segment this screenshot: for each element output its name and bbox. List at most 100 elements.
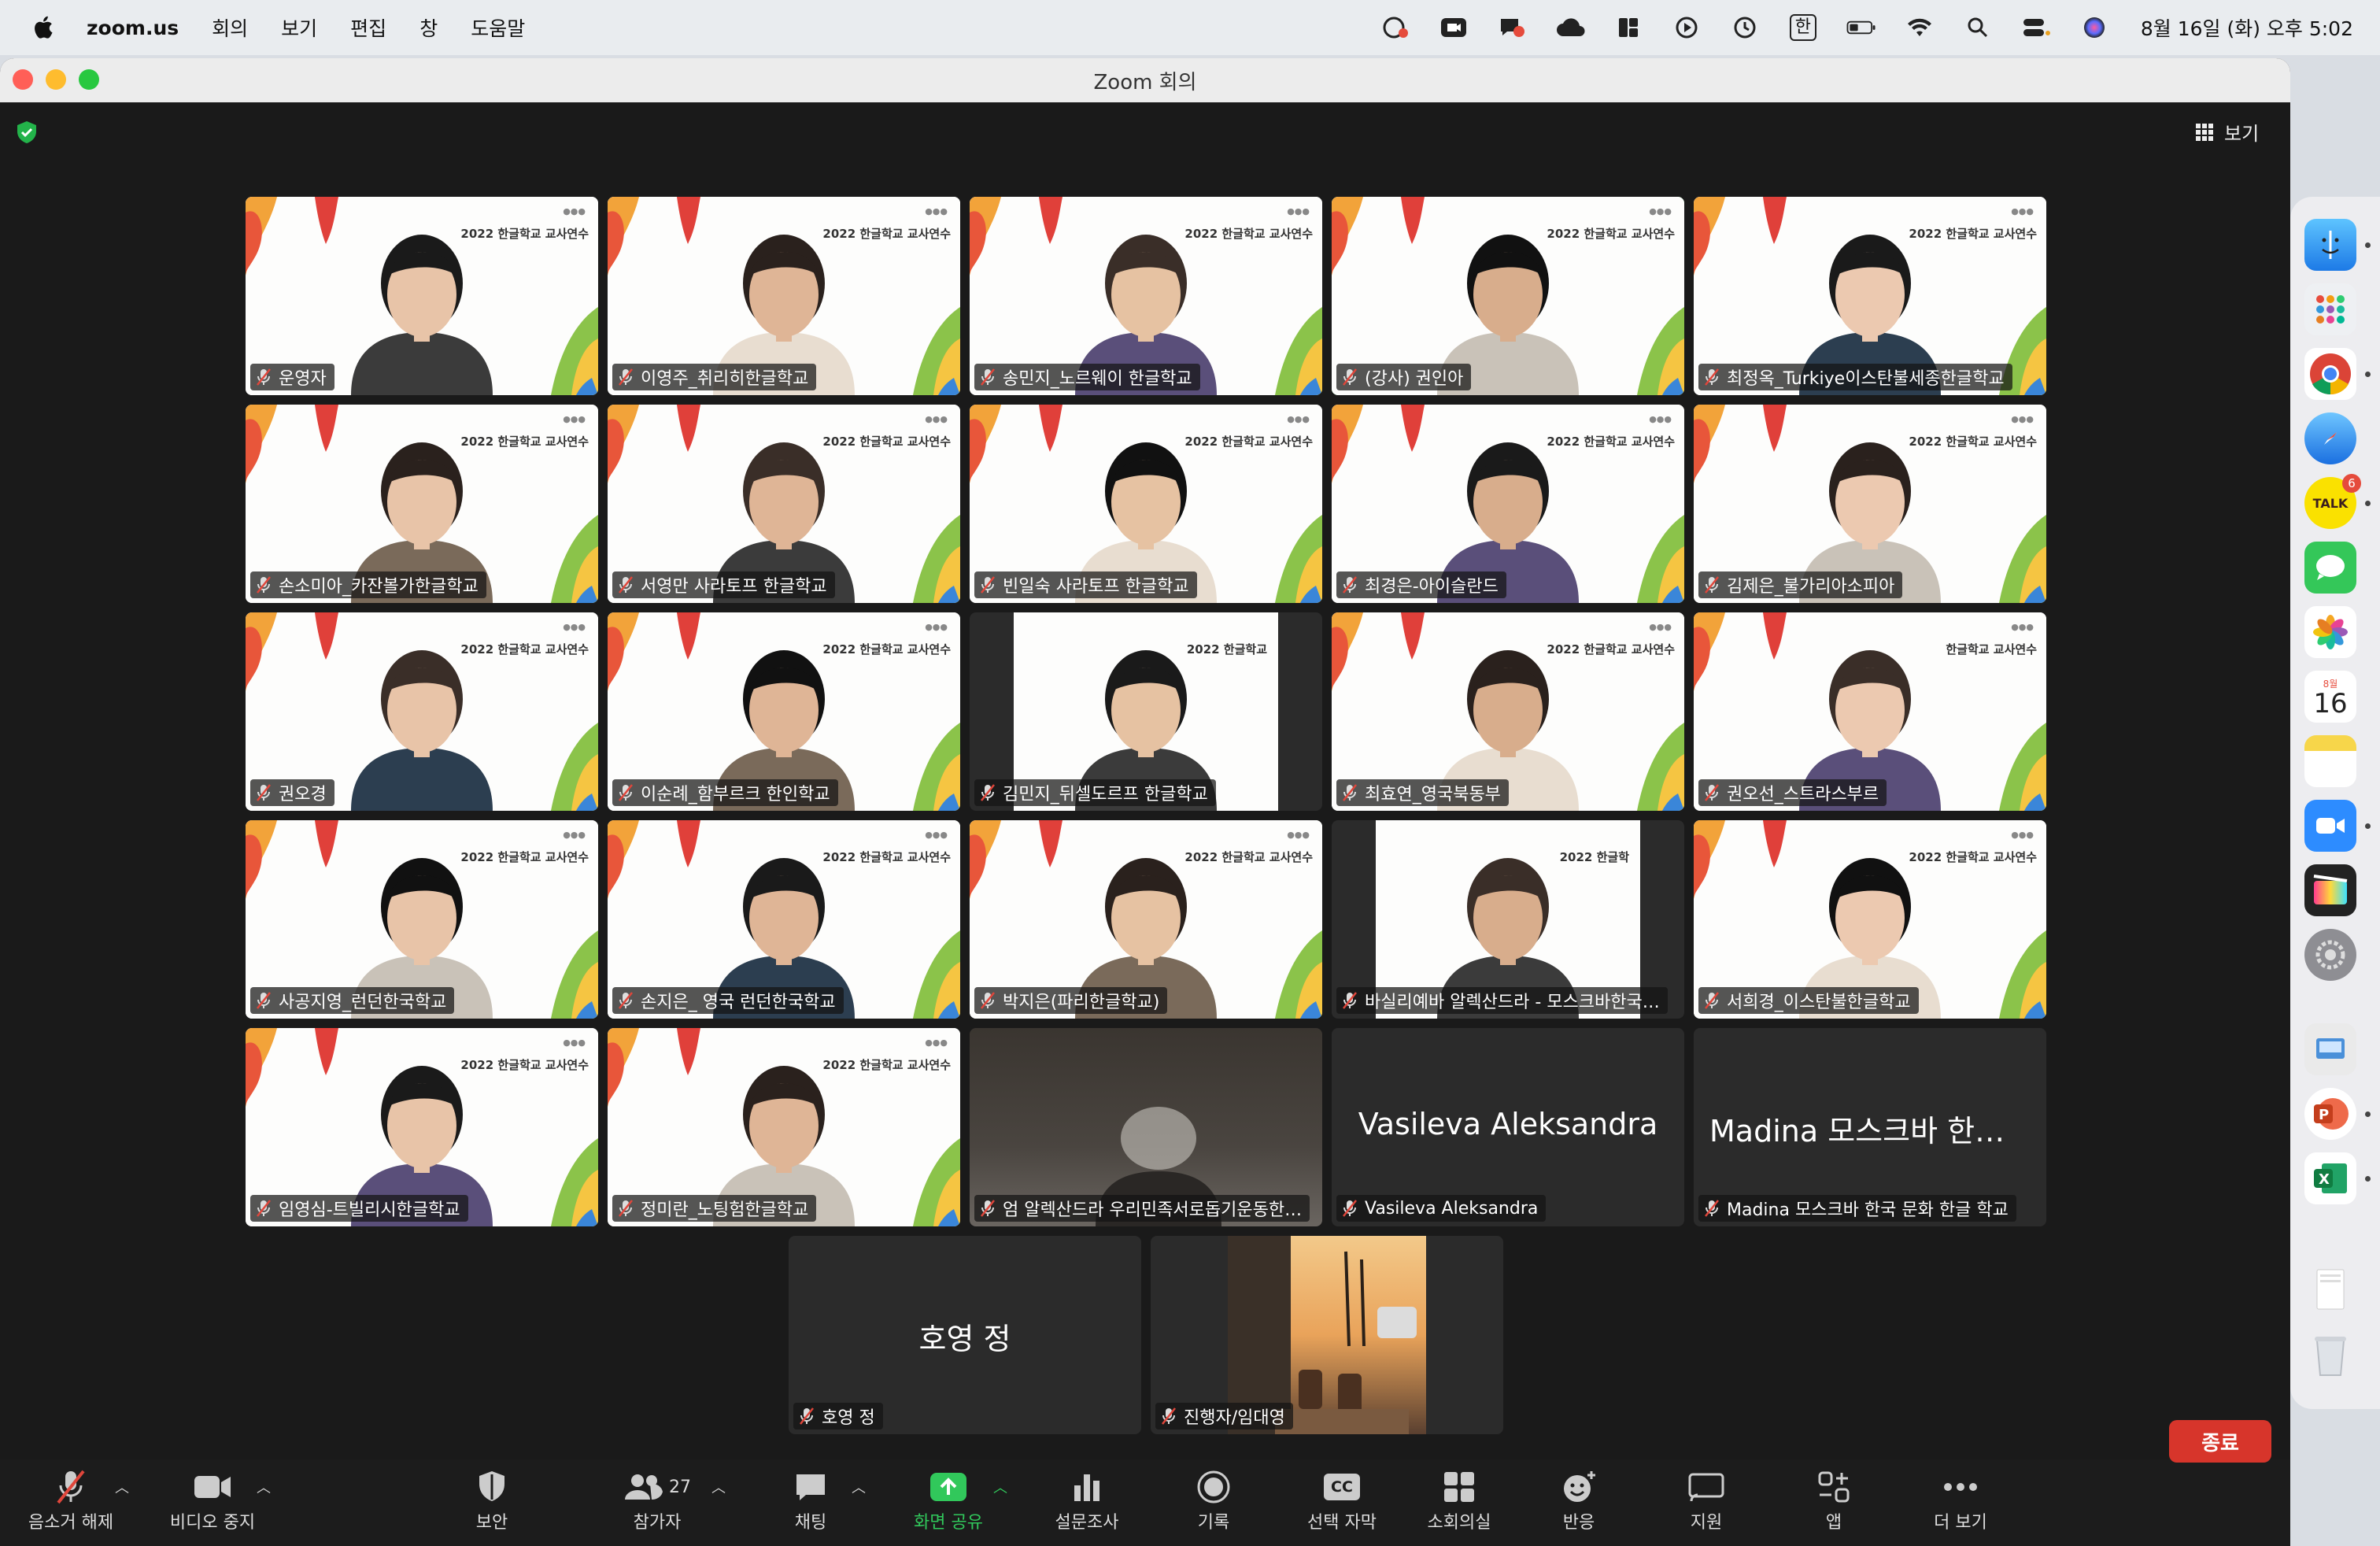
share-options-chevron-icon[interactable]: ︿ (993, 1477, 1007, 1497)
support-button[interactable]: 지원 (1675, 1466, 1738, 1541)
excel-icon[interactable]: X (2304, 1152, 2356, 1204)
participant-tile[interactable]: 호영 정 호영 정 (789, 1236, 1141, 1434)
participant-tile[interactable]: 2022 한글학 바실리예바 알렉산드라 - 모스크바한국… (1332, 820, 1684, 1019)
institution-logo: ●●● (1649, 414, 1672, 424)
participant-tile[interactable]: ●●● 2022 한글학교 교사연수 송민지_노르웨이 한글학교 (970, 197, 1322, 395)
chat-button[interactable]: 채팅 (779, 1466, 842, 1541)
participant-tile[interactable]: ●●● 2022 한글학교 교사연수 운영자 (246, 197, 598, 395)
captions-button[interactable]: CC 선택 자막 (1299, 1466, 1385, 1541)
institution-logo: ●●● (1649, 622, 1672, 632)
zoom-video-status-icon[interactable] (1439, 14, 1469, 41)
record-button[interactable]: 기록 (1182, 1466, 1245, 1541)
close-window-button[interactable] (13, 69, 33, 90)
menu-meeting[interactable]: 회의 (212, 13, 248, 42)
participant-display-name: Madina 모스크바 한국... (1709, 1114, 2031, 1148)
siri-icon[interactable] (2079, 14, 2109, 41)
participant-tile[interactable]: ●●● 2022 한글학교 교사연수 정미란_노팅험한글학교 (608, 1028, 960, 1226)
menu-edit[interactable]: 편집 (350, 13, 386, 42)
participant-tile[interactable]: ●●● 2022 한글학교 교사연수 최효연_영국북동부 (1332, 612, 1684, 811)
zoom-chat-status-icon[interactable] (1497, 14, 1527, 41)
participant-tile[interactable]: ●●● 2022 한글학교 교사연수 임영심-트빌리시한글학교 (246, 1028, 598, 1226)
participant-tile[interactable]: ●●● 2022 한글학교 교사연수 서희경_이스탄불한글학교 (1694, 820, 2046, 1019)
share-screen-label: 화면 공유 (914, 1513, 983, 1533)
calendar-icon[interactable]: 8월 16 (2304, 671, 2356, 723)
menu-window[interactable]: 창 (419, 13, 438, 42)
chrome-icon[interactable] (2304, 348, 2356, 400)
window-layout-icon[interactable] (1613, 14, 1643, 41)
apps-button[interactable]: 앱 (1802, 1466, 1865, 1541)
participant-tile[interactable]: ●●● 2022 한글학교 교사연수 권오경 (246, 612, 598, 811)
menubar-clock[interactable]: 8월 16일 (화) 오후 5:02 (2141, 13, 2353, 42)
input-method-indicator[interactable]: 한 (1788, 14, 1818, 41)
participant-tile[interactable]: Madina 모스크바 한국... Madina 모스크바 한국 문화 한글 학교 (1694, 1028, 2046, 1226)
time-machine-icon[interactable] (1730, 14, 1760, 41)
tile-banner-text: 2022 한글학교 교사연수 (460, 435, 589, 449)
final-cut-icon[interactable] (2304, 864, 2356, 916)
cloud-icon[interactable] (1555, 14, 1585, 41)
launchpad-icon[interactable] (2304, 283, 2356, 335)
system-settings-icon[interactable] (2304, 929, 2356, 981)
breakout-rooms-button[interactable]: 소회의실 (1420, 1466, 1499, 1541)
participant-tile[interactable]: Vasileva Aleksandra Vasileva Aleksandra (1332, 1028, 1684, 1226)
powerpoint-icon[interactable]: P (2304, 1088, 2356, 1140)
participant-tile[interactable]: ●●● 2022 한글학교 교사연수 빈일숙 사라토프 한글학교 (970, 405, 1322, 603)
participant-tile[interactable]: ●●● 2022 한글학교 교사연수 사공지영_런던한국학교 (246, 820, 598, 1019)
stop-video-button[interactable]: 비디오 중지 (165, 1466, 260, 1541)
participant-tile[interactable]: 진행자/임대영 (1151, 1236, 1503, 1434)
audio-options-chevron-icon[interactable]: ︿ (115, 1477, 129, 1497)
safari-icon[interactable] (2304, 412, 2356, 464)
institution-logo: ●●● (563, 830, 586, 840)
apple-icon[interactable] (30, 13, 58, 42)
menu-view[interactable]: 보기 (281, 13, 317, 42)
more-button[interactable]: 더 보기 (1917, 1466, 2004, 1541)
spotlight-search-icon[interactable] (1963, 14, 1993, 41)
messages-icon[interactable] (2304, 542, 2356, 594)
participant-tile[interactable]: ●●● 2022 한글학교 교사연수 손지은_ 영국 런던한국학교 (608, 820, 960, 1019)
svg-text:X: X (2319, 1171, 2330, 1188)
participant-tile[interactable]: ●●● 한글학교 교사연수 권오선_스트라스부르 (1694, 612, 2046, 811)
institution-logo: ●●● (1287, 206, 1310, 216)
zoom-dock-icon[interactable] (2304, 800, 2356, 852)
end-meeting-button[interactable]: 종료 (2169, 1420, 2271, 1463)
encryption-shield-icon[interactable] (14, 120, 39, 145)
security-button[interactable]: 보안 (456, 1466, 527, 1541)
polls-button[interactable]: 설문조사 (1044, 1466, 1130, 1541)
participant-tile[interactable]: ●●● 2022 한글학교 교사연수 손소미아_카잔볼가한글학교 (246, 405, 598, 603)
menu-app-name[interactable]: zoom.us (87, 17, 179, 39)
downloads-stack-icon[interactable] (2304, 1264, 2356, 1316)
share-screen-button[interactable]: 화면 공유 (905, 1466, 992, 1541)
menu-help[interactable]: 도움말 (471, 13, 525, 42)
participant-tile[interactable]: ●●● 2022 한글학교 교사연수 최정옥_Turkiye이스탄불세종한글학교 (1694, 197, 2046, 395)
chat-options-chevron-icon[interactable]: ︿ (852, 1477, 866, 1497)
participant-tile[interactable]: ●●● 2022 한글학교 교사연수 최경은-아이슬란드 (1332, 405, 1684, 603)
participant-tile[interactable]: ●●● 2022 한글학교 교사연수 김제은_불가리아소피아 (1694, 405, 2046, 603)
participant-tile[interactable]: 2022 한글학교 김민지_뒤셀도르프 한글학교 (970, 612, 1322, 811)
tile-banner-text: 2022 한글학교 교사연수 (822, 642, 951, 656)
participant-tile[interactable]: ●●● 2022 한글학교 교사연수 박지은(파리한글학교) (970, 820, 1322, 1019)
unmute-button[interactable]: 음소거 해제 (24, 1466, 118, 1541)
screen-record-status-icon[interactable] (1380, 14, 1410, 41)
fullscreen-window-button[interactable] (79, 69, 99, 90)
preview-icon[interactable] (2304, 1023, 2356, 1075)
video-options-chevron-icon[interactable]: ︿ (257, 1477, 271, 1497)
participant-tile[interactable]: ●●● 2022 한글학교 교사연수 (강사) 권인아 (1332, 197, 1684, 395)
play-icon[interactable] (1672, 14, 1702, 41)
finder-icon[interactable] (2304, 219, 2356, 271)
participant-tile[interactable]: ●●● 2022 한글학교 교사연수 이순례_함부르크 한인학교 (608, 612, 960, 811)
participant-tile[interactable]: ●●● 2022 한글학교 교사연수 이영주_취리히한글학교 (608, 197, 960, 395)
wifi-icon[interactable] (1905, 14, 1935, 41)
battery-icon[interactable] (1846, 14, 1876, 41)
participants-button[interactable]: 27 참가자 (614, 1466, 700, 1541)
institution-logo: ●●● (2011, 622, 2034, 632)
participant-tile[interactable]: 엄 알렉산드라 우리민족서로돕기운동한… (970, 1028, 1322, 1226)
notes-icon[interactable] (2304, 735, 2356, 787)
control-center-icon[interactable] (2021, 14, 2051, 41)
view-button[interactable]: 보기 (2196, 118, 2259, 146)
reactions-button[interactable]: 반응 (1547, 1466, 1610, 1541)
photos-icon[interactable] (2304, 606, 2356, 658)
minimize-window-button[interactable] (46, 69, 66, 90)
participants-icon (625, 1474, 663, 1500)
participant-tile[interactable]: ●●● 2022 한글학교 교사연수 서영만 사라토프 한글학교 (608, 405, 960, 603)
trash-icon[interactable] (2304, 1329, 2356, 1381)
participants-options-chevron-icon[interactable]: ︿ (711, 1477, 726, 1497)
